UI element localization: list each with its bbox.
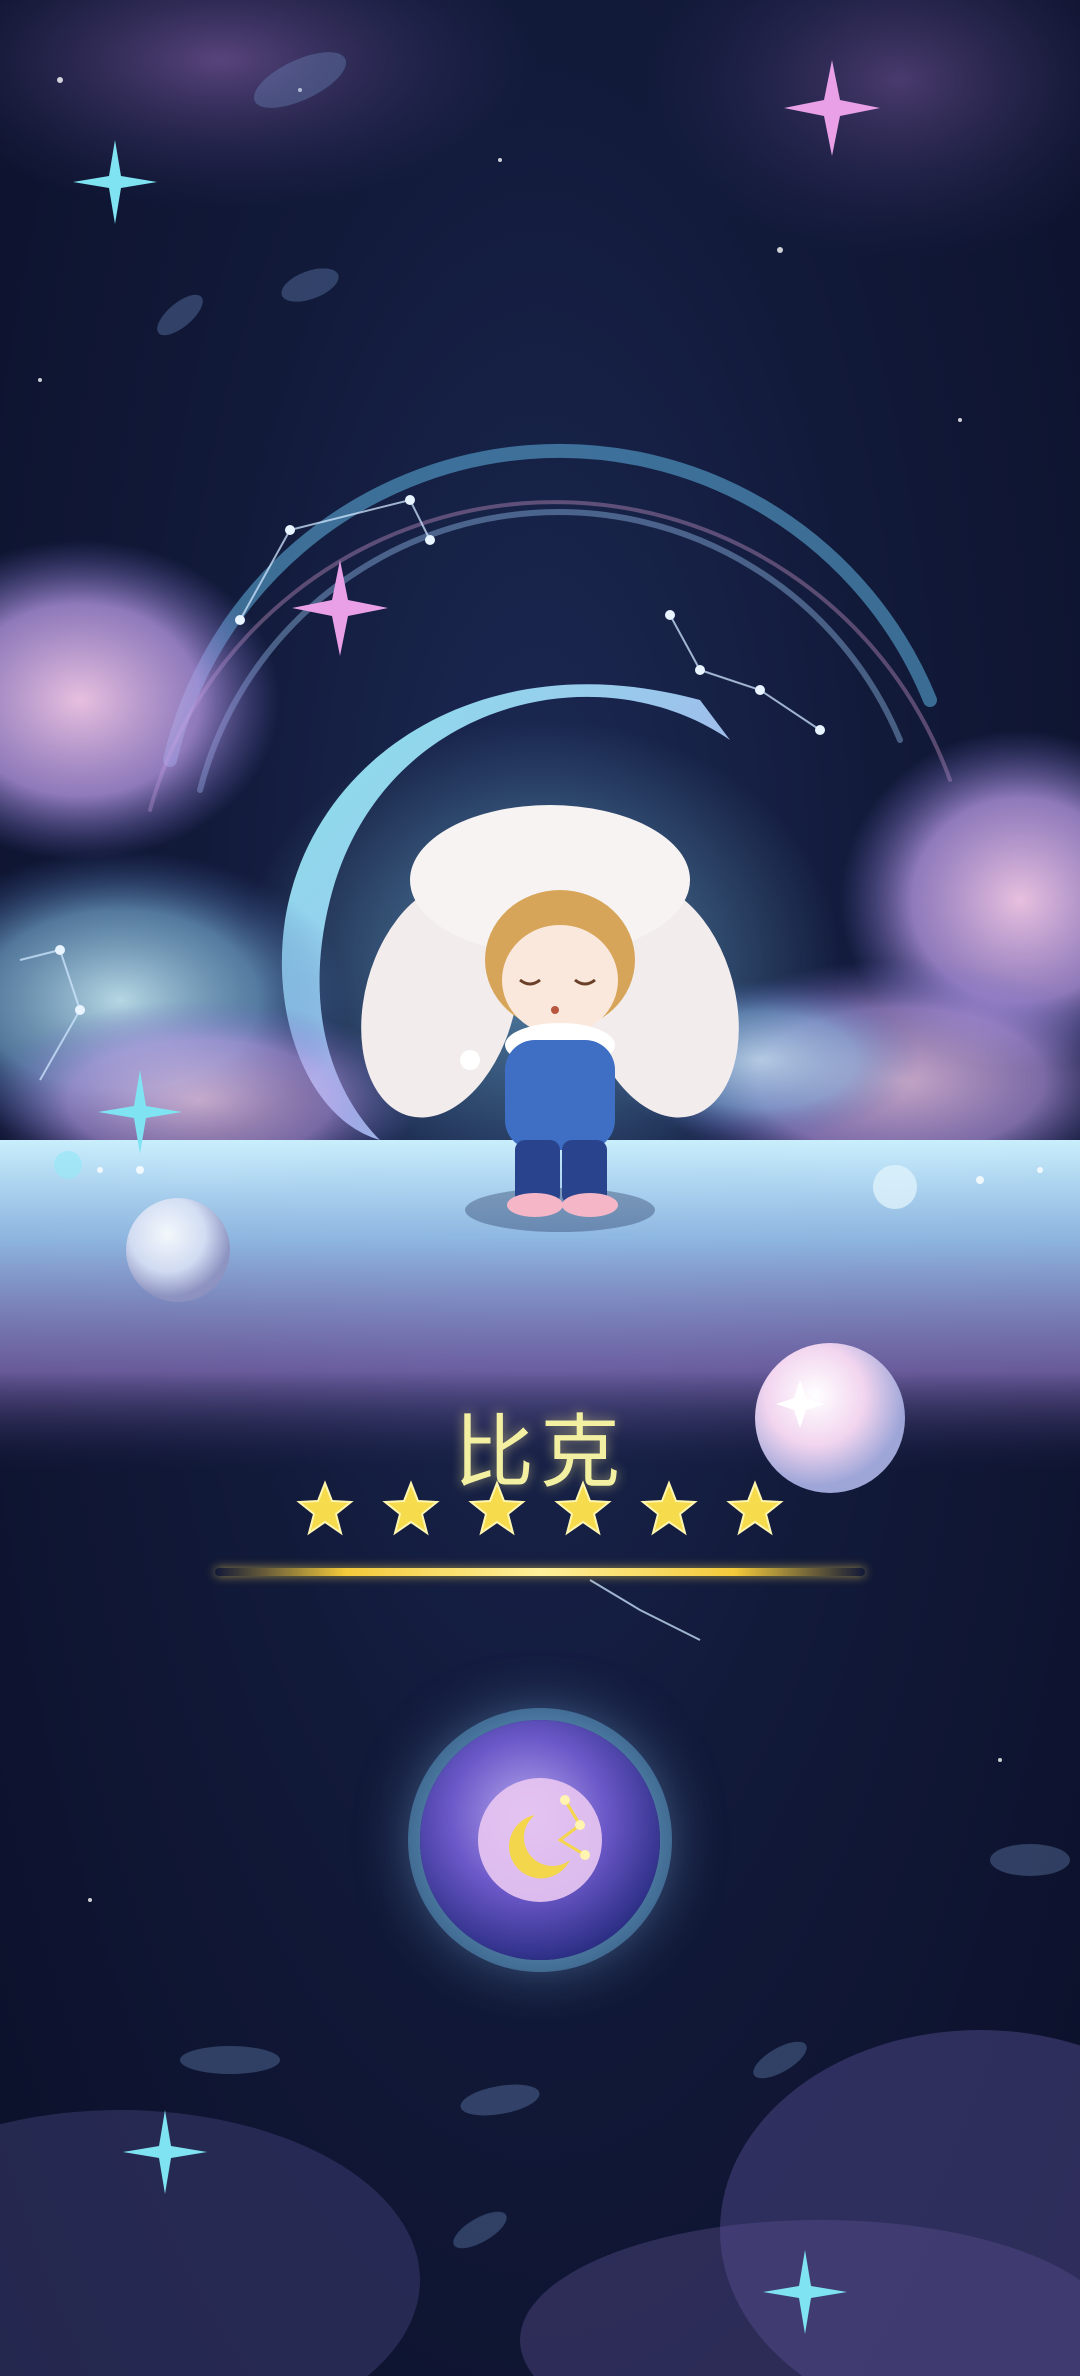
- character-sprite[interactable]: [0, 0, 1080, 2376]
- star-icon: [640, 1480, 698, 1538]
- star-icon: [296, 1480, 354, 1538]
- skill-button[interactable]: [420, 1720, 660, 1960]
- name-divider: [215, 1568, 865, 1576]
- star-icon: [554, 1480, 612, 1538]
- star-icon: [382, 1480, 440, 1538]
- moon-constellation-icon: [478, 1778, 602, 1902]
- star-icon: [468, 1480, 526, 1538]
- star-icon: [726, 1480, 784, 1538]
- star-rating: [0, 1480, 1080, 1538]
